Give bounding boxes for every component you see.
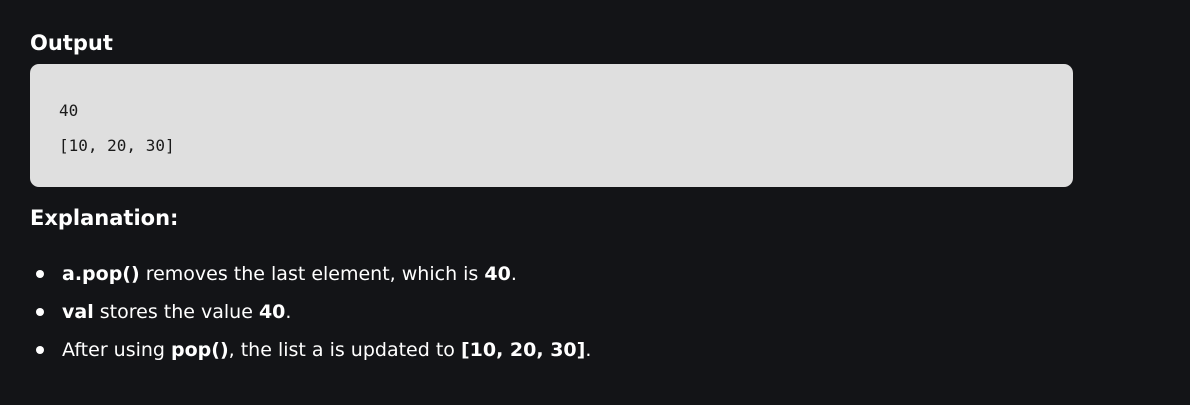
output-line-2: [10, 20, 30] [59, 136, 175, 155]
value-term: 40 [484, 263, 511, 285]
item-text: stores the value [93, 301, 259, 323]
value-term: 40 [258, 301, 286, 323]
code-term: a.pop() [62, 263, 140, 285]
bullet-dot-icon [36, 346, 44, 354]
item-text-end: . [585, 339, 592, 361]
item-text-end: . [285, 301, 292, 323]
item-text: , the list a is updated to [228, 339, 461, 361]
explanation-heading: Explanation: [30, 206, 179, 230]
explanation-list: a.pop() removes the last element, which … [0, 255, 591, 369]
explanation-item-pop: a.pop() removes the last element, which … [0, 255, 591, 293]
output-line-1: 40 [59, 101, 79, 120]
explanation-item-list: After using pop(), the list a is updated… [0, 331, 591, 369]
output-heading: Output [30, 31, 113, 55]
output-code-block: 40 [10, 20, 30] [30, 64, 1073, 187]
item-text: removes the last element, which is [139, 263, 485, 285]
code-term: pop() [171, 339, 229, 361]
item-text-end: . [510, 263, 517, 285]
item-text-start: After using [62, 339, 172, 361]
explanation-item-val: val stores the value 40. [0, 293, 591, 331]
bullet-dot-icon [36, 308, 44, 316]
bullet-dot-icon [36, 270, 44, 278]
code-term: val [62, 301, 94, 323]
value-term: [10, 20, 30] [460, 339, 586, 361]
